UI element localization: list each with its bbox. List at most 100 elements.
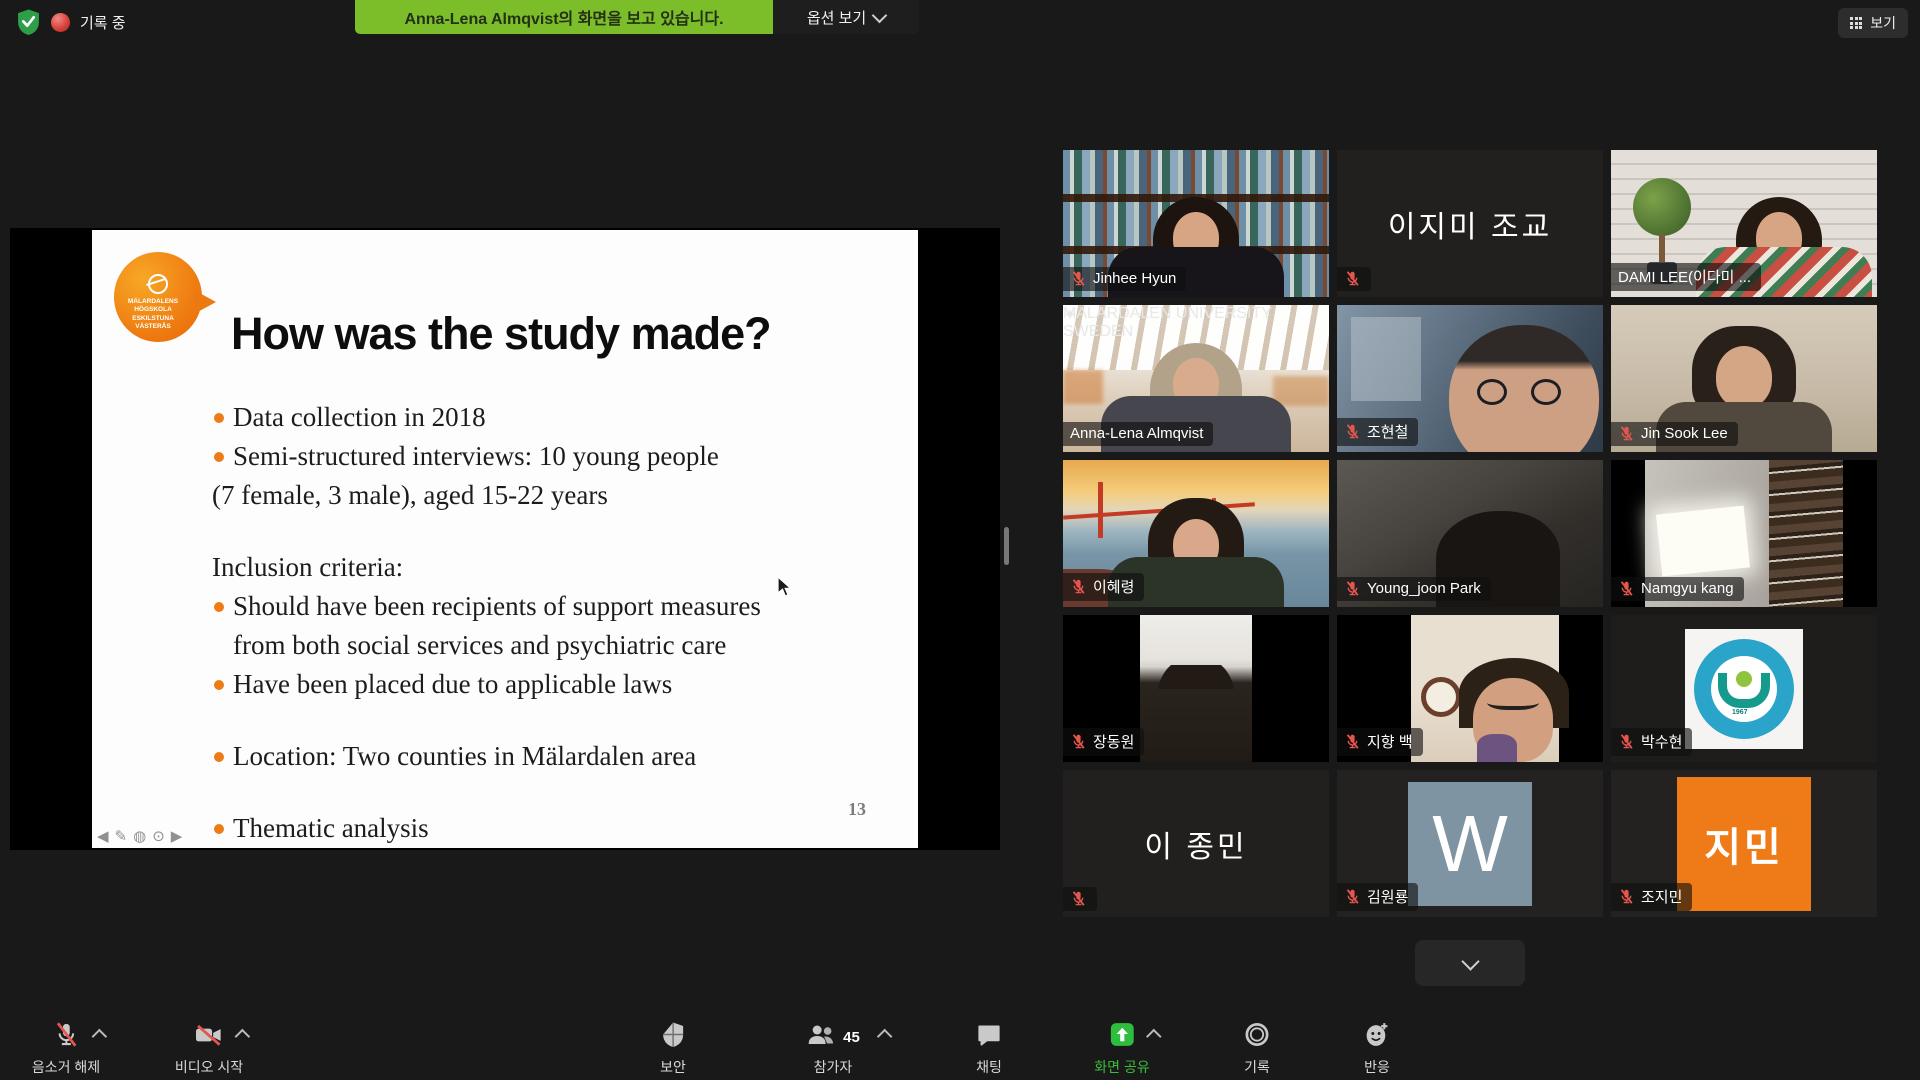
toolbar-icon-row bbox=[976, 1022, 1003, 1052]
participant-name: Anna-Lena Almqvist bbox=[1070, 425, 1203, 442]
scene-decor bbox=[1421, 677, 1461, 717]
scene-decor bbox=[1411, 615, 1559, 762]
participant-tile-Namgyu kang[interactable]: Namgyu kang bbox=[1611, 460, 1877, 607]
toolbar-icon-row bbox=[1244, 1022, 1271, 1052]
slide-zoom-icon[interactable]: ⊙ bbox=[152, 829, 165, 844]
participant-tile-DAMI LEE(이다미 ...[interactable]: DAMI LEE(이다미 ... bbox=[1611, 150, 1877, 297]
toolbar-label: 보안 bbox=[660, 1057, 686, 1077]
scene-decor bbox=[1769, 460, 1843, 607]
toolbar-record-button[interactable]: 기록 bbox=[1244, 1022, 1271, 1077]
participant-tile-Anna-Lena Almqvist[interactable]: ✦MÄLARDALEN UNIVERSITYSWEDENAnna-Lena Al… bbox=[1063, 305, 1329, 452]
toolbar-start-video-button[interactable]: 비디오 시작 bbox=[175, 1022, 243, 1077]
shield-icon bbox=[661, 1021, 685, 1053]
toolbar-label: 반응 bbox=[1364, 1057, 1390, 1077]
toolbar-icon-row: 45 bbox=[806, 1022, 860, 1052]
scene-decor bbox=[1449, 325, 1599, 452]
name-label: Anna-Lena Almqvist bbox=[1063, 422, 1213, 446]
participants-icon bbox=[806, 1022, 836, 1053]
name-label: Namgyu kang bbox=[1611, 577, 1744, 601]
mic-muted-icon bbox=[1344, 888, 1361, 905]
view-button[interactable]: 보기 bbox=[1838, 8, 1908, 38]
presentation-slide: MÄLARDALENS HÖGSKOLA ESKILSTUNA VÄSTERÅS… bbox=[92, 230, 918, 848]
scene-decor: 지민 bbox=[1677, 777, 1811, 911]
mic-muted-icon bbox=[1618, 733, 1635, 750]
scene-decor bbox=[1736, 671, 1752, 687]
toolbar-participants-button[interactable]: 45참가자 bbox=[806, 1022, 860, 1077]
prev-slide-icon[interactable]: ◀ bbox=[97, 829, 109, 844]
toolbar-label: 기록 bbox=[1244, 1057, 1270, 1077]
mic-muted-icon bbox=[1070, 578, 1087, 595]
recording-dot-icon bbox=[51, 13, 70, 32]
toolbar-unmute-button[interactable]: 음소거 해제 bbox=[32, 1022, 100, 1077]
mic-muted-icon bbox=[1344, 733, 1361, 750]
participant-tile-박수현[interactable]: 1967 박수현 bbox=[1611, 615, 1877, 762]
view-options-button[interactable]: 옵션 보기 bbox=[773, 0, 919, 34]
participant-tile-이지미 조교[interactable]: 이지미 조교 bbox=[1337, 150, 1603, 297]
participant-name-text: 이 종민 bbox=[1063, 770, 1329, 917]
participant-tile-조현철[interactable]: 조현철 bbox=[1337, 305, 1603, 452]
meeting-toolbar: 음소거 해제비디오 시작보안45참가자채팅화면 공유기록반응 나가기 bbox=[0, 1014, 1920, 1080]
participant-tile-Young_joon Park[interactable]: Young_joon Park bbox=[1337, 460, 1603, 607]
participant-name: Jin Sook Lee bbox=[1641, 425, 1728, 442]
participant-name: 조지민 bbox=[1641, 886, 1682, 907]
toolbar-icon-row bbox=[52, 1022, 79, 1052]
scene-decor: 1967 bbox=[1685, 629, 1803, 749]
mic-muted-icon bbox=[1344, 580, 1361, 597]
chevron-up-icon[interactable] bbox=[235, 1029, 251, 1045]
collapse-gallery-button[interactable] bbox=[1415, 940, 1525, 986]
slide-bullet: Should have been recipients of support m… bbox=[212, 587, 888, 665]
toolbar-security-button[interactable]: 보안 bbox=[660, 1022, 686, 1077]
mic-muted-icon bbox=[1070, 270, 1087, 287]
participant-tile-조지민[interactable]: 지민 조지민 bbox=[1611, 770, 1877, 917]
toolbar-share-button[interactable]: 화면 공유 bbox=[1094, 1022, 1149, 1077]
participant-tile-이혜령[interactable]: 이혜령 bbox=[1063, 460, 1329, 607]
mic-muted-icon bbox=[1344, 423, 1361, 440]
participant-tile-김원룡[interactable]: W 김원룡 bbox=[1337, 770, 1603, 917]
toolbar-label: 비디오 시작 bbox=[175, 1057, 243, 1077]
toolbar-label: 음소거 해제 bbox=[32, 1057, 100, 1077]
slide-spacer bbox=[92, 515, 888, 548]
name-label: 장동원 bbox=[1063, 728, 1144, 756]
mute-badge bbox=[1063, 887, 1097, 911]
pen-tool-icon[interactable]: ✎ bbox=[115, 829, 128, 844]
scene-decor bbox=[1477, 379, 1507, 405]
toolbar-icon-row bbox=[1364, 1022, 1391, 1052]
scene-decor bbox=[1716, 346, 1772, 408]
scene-decor bbox=[1487, 692, 1539, 710]
toolbar-chat-button[interactable]: 채팅 bbox=[976, 1022, 1003, 1077]
slide-overview-icon[interactable]: ◍ bbox=[133, 829, 146, 844]
logo-emblem-icon bbox=[148, 274, 168, 294]
participant-tile-Jin Sook Lee[interactable]: Jin Sook Lee bbox=[1611, 305, 1877, 452]
panel-resize-handle[interactable] bbox=[1004, 527, 1009, 565]
slide-spacer bbox=[92, 776, 888, 809]
toolbar-icon-row bbox=[1108, 1022, 1136, 1052]
scene-decor bbox=[1477, 734, 1517, 762]
scene-decor bbox=[1351, 317, 1421, 401]
reactions-icon bbox=[1364, 1021, 1391, 1053]
scene-decor: W bbox=[1408, 782, 1532, 906]
mic-muted-icon bbox=[1618, 580, 1635, 597]
slide-nav-toolbar[interactable]: ◀ ✎ ◍ ⊙ ▶ bbox=[97, 829, 182, 844]
toolbar-reactions-button[interactable]: 반응 bbox=[1364, 1022, 1391, 1077]
participant-tile-장동원[interactable]: 장동원 bbox=[1063, 615, 1329, 762]
chevron-up-icon[interactable] bbox=[877, 1029, 893, 1045]
participant-tile-지향 백[interactable]: 지향 백 bbox=[1337, 615, 1603, 762]
toolbar-icon-row bbox=[661, 1022, 685, 1052]
participant-name: 박수현 bbox=[1641, 731, 1682, 752]
next-slide-icon[interactable]: ▶ bbox=[171, 829, 183, 844]
chevron-up-icon[interactable] bbox=[92, 1029, 108, 1045]
name-label: 김원룡 bbox=[1337, 883, 1418, 911]
participant-tile-Jinhee Hyun[interactable]: Jinhee Hyun bbox=[1063, 150, 1329, 297]
participant-name-text: 이지미 조교 bbox=[1337, 150, 1603, 297]
scene-decor bbox=[1098, 482, 1103, 538]
recording-indicator: 기록 중 bbox=[16, 8, 126, 36]
slide-spacer bbox=[92, 704, 888, 737]
participant-tile-이 종민[interactable]: 이 종민 bbox=[1063, 770, 1329, 917]
participant-name: 김원룡 bbox=[1367, 886, 1408, 907]
chevron-up-icon[interactable] bbox=[1146, 1029, 1162, 1045]
slide-bullet: Have been placed due to applicable laws bbox=[212, 665, 888, 704]
slide-bullet: Data collection in 2018 bbox=[212, 398, 888, 437]
toolbar-icon-row bbox=[194, 1022, 224, 1052]
slide-title: How was the study made? bbox=[231, 308, 771, 360]
view-button-label: 보기 bbox=[1870, 13, 1896, 33]
